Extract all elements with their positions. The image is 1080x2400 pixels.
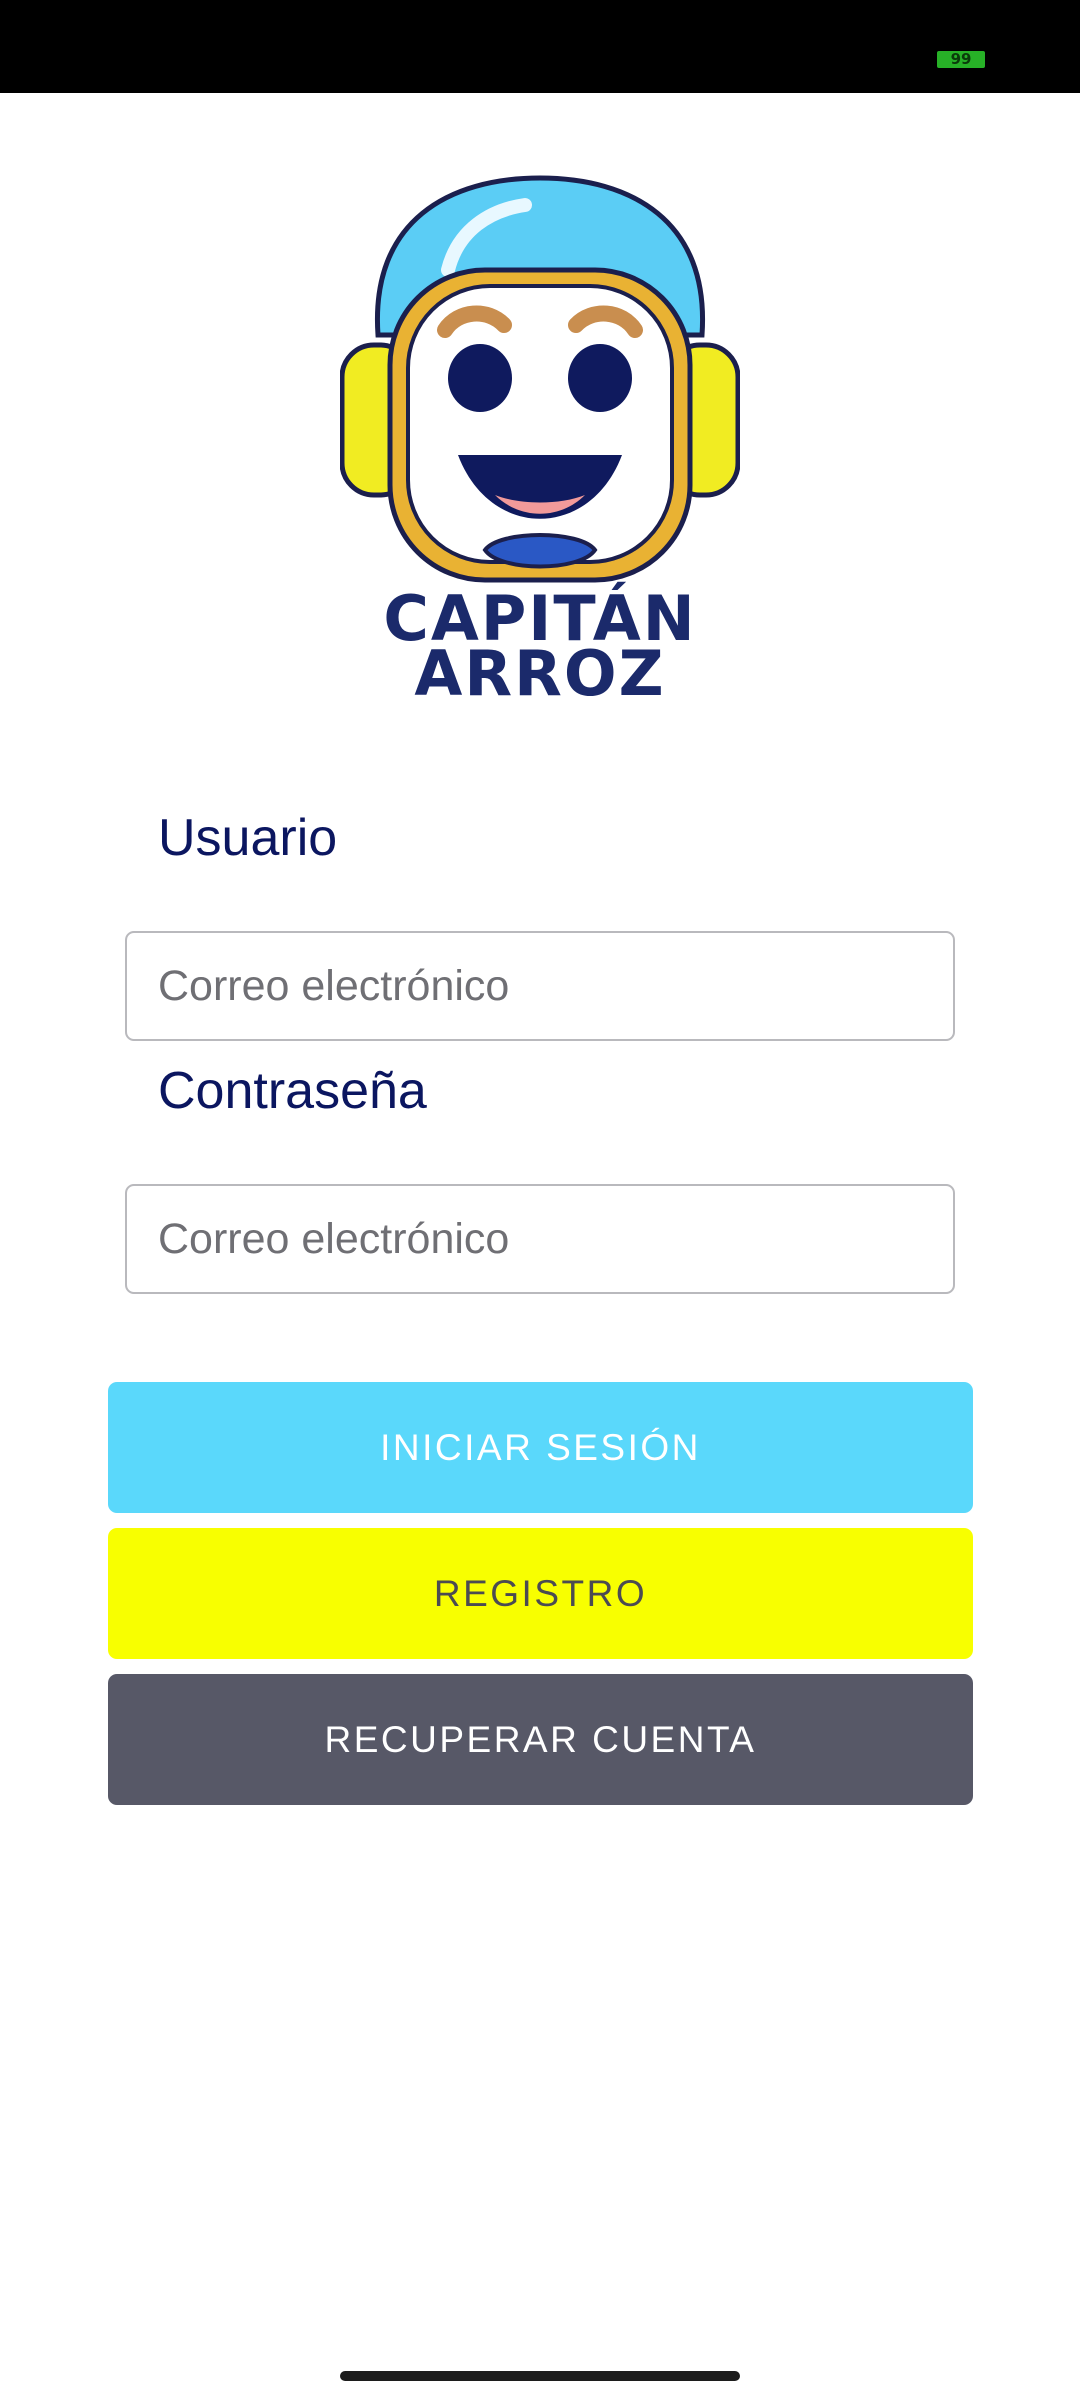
password-input[interactable] [125, 1184, 955, 1294]
password-label: Contraseña [158, 1062, 427, 1120]
register-button[interactable]: REGISTRO [108, 1528, 973, 1659]
battery-level: 99 [950, 50, 972, 68]
user-label: Usuario [158, 809, 338, 867]
logo-text-line2: ARROZ [414, 637, 665, 705]
capitan-arroz-logo: CAPITÁN ARROZ [340, 175, 740, 705]
status-bar: 99 [0, 0, 1080, 93]
recover-account-button[interactable]: RECUPERAR CUENTA [108, 1674, 973, 1805]
login-button[interactable]: INICIAR SESIÓN [108, 1382, 973, 1513]
home-indicator[interactable] [340, 2371, 740, 2381]
battery-icon: 99 [937, 51, 985, 68]
email-input[interactable] [125, 931, 955, 1041]
login-screen: 99 CAPITÁN ARROZ Usuario Contraseña INIC… [0, 0, 1080, 2400]
